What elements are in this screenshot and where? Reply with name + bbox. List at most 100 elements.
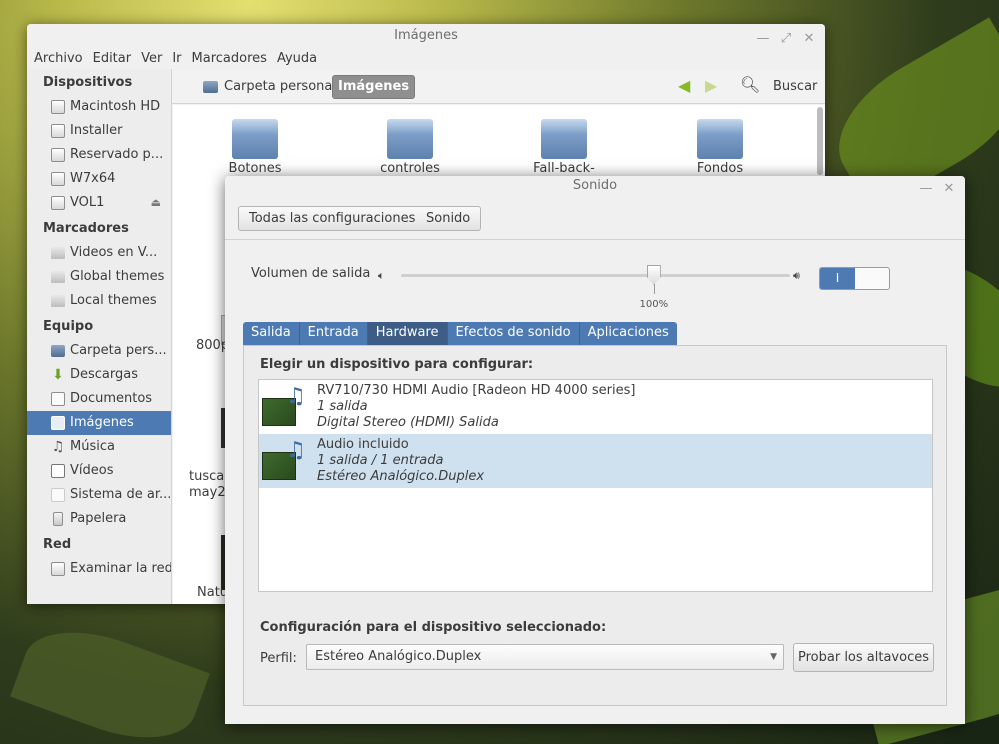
device-ports: 1 salida / 1 entrada bbox=[317, 453, 444, 468]
sidebar-item-papelera[interactable]: Papelera bbox=[27, 507, 171, 531]
choose-device-label: Elegir un dispositivo para configurar: bbox=[260, 357, 534, 372]
chevron-down-icon: ▼ bbox=[770, 652, 777, 662]
sidebar-item-w7x64[interactable]: W7x64 bbox=[27, 167, 171, 191]
sidebar-item-label: W7x64 bbox=[70, 171, 116, 186]
sidebar-item-network[interactable]: Examinar la red bbox=[27, 557, 171, 581]
fm-window-title: Imágenes bbox=[394, 28, 458, 43]
sidebar-item-label: Installer bbox=[70, 123, 123, 138]
menu-marcadores[interactable]: Marcadores bbox=[187, 48, 272, 69]
minimize-icon[interactable]: — bbox=[918, 179, 934, 199]
search-button[interactable]: Buscar bbox=[773, 79, 817, 94]
eject-icon[interactable]: ⏏ bbox=[151, 191, 161, 215]
device-profile: Digital Stereo (HDMI) Salida bbox=[317, 415, 499, 430]
file-label: Natu bbox=[197, 585, 229, 600]
sidebar-item-imagenes[interactable]: Imágenes bbox=[27, 411, 171, 435]
volume-100-mark bbox=[653, 284, 655, 294]
sidebar-item-vol1[interactable]: VOL1 ⏏ bbox=[27, 191, 171, 215]
forward-arrow-icon[interactable]: ▶ bbox=[705, 77, 717, 95]
drive-icon bbox=[51, 172, 65, 186]
sidebar-item-musica[interactable]: ♫ Música bbox=[27, 435, 171, 459]
sidebar-item-descargas[interactable]: ⬇ Descargas bbox=[27, 363, 171, 387]
sidebar-item-reservado[interactable]: Reservado p... bbox=[27, 143, 171, 167]
device-row-hdmi[interactable]: ♫ RV710/730 HDMI Audio [Radeon HD 4000 s… bbox=[259, 380, 932, 434]
menu-archivo[interactable]: Archivo bbox=[29, 48, 88, 69]
fm-titlebar[interactable]: Imágenes — ⤢ ✕ bbox=[27, 24, 825, 48]
close-icon[interactable]: ✕ bbox=[941, 179, 957, 199]
sidebar-item-label: Descargas bbox=[70, 367, 139, 382]
sidebar-item-videos[interactable]: Vídeos bbox=[27, 459, 171, 483]
profile-combobox[interactable]: Estéreo Analógico.Duplex ▼ bbox=[306, 644, 784, 670]
sidebar-item-macintosh-hd[interactable]: Macintosh HD bbox=[27, 95, 171, 119]
toggle-on-indicator: I bbox=[820, 268, 855, 289]
drive-icon bbox=[51, 100, 65, 114]
sidebar-item-label: Macintosh HD bbox=[70, 99, 161, 114]
tab-efectos[interactable]: Efectos de sonido bbox=[447, 322, 580, 345]
scrollbar[interactable] bbox=[817, 107, 823, 175]
fm-menubar: Archivo Editar Ver Ir Marcadores Ayuda bbox=[27, 48, 825, 69]
all-settings-button[interactable]: Todas las configuraciones bbox=[238, 206, 427, 231]
breadcrumb-home[interactable]: Carpeta personal bbox=[198, 75, 341, 99]
folder-label: Botones bbox=[228, 161, 282, 176]
folder-item[interactable]: Botones bbox=[210, 119, 300, 176]
sound-breadcrumb-button[interactable]: Sonido bbox=[416, 206, 482, 231]
sidebar-item-label: Música bbox=[70, 439, 115, 454]
breadcrumb-current[interactable]: Imágenes bbox=[332, 75, 416, 99]
document-icon bbox=[51, 392, 65, 406]
drive-icon bbox=[51, 124, 65, 138]
tab-entrada[interactable]: Entrada bbox=[299, 322, 368, 345]
sidebar-header-bookmarks: Marcadores bbox=[43, 221, 129, 236]
test-speakers-button[interactable]: Probar los altavoces bbox=[793, 643, 934, 672]
output-volume-label: Volumen de salida bbox=[251, 266, 371, 281]
device-ports: 1 salida bbox=[317, 399, 368, 414]
device-row-builtin[interactable]: ♫ Audio incluido 1 salida / 1 entrada Es… bbox=[259, 434, 932, 488]
profile-label: Perfil: bbox=[260, 651, 297, 666]
sidebar-item-label: Sistema de ar... bbox=[70, 487, 171, 502]
back-arrow-icon[interactable]: ◀ bbox=[678, 77, 690, 95]
volume-high-icon: 🔊︎ bbox=[793, 269, 800, 282]
device-name: RV710/730 HDMI Audio [Radeon HD 4000 ser… bbox=[317, 383, 636, 398]
device-config-label: Configuración para el dispositivo selecc… bbox=[260, 620, 607, 635]
sidebar-item-documentos[interactable]: Documentos bbox=[27, 387, 171, 411]
sidebar-item-label: Imágenes bbox=[70, 415, 134, 430]
menu-ver[interactable]: Ver bbox=[136, 48, 167, 69]
sidebar-item-label: Reservado p... bbox=[70, 147, 164, 162]
sound-card-icon: ♫ bbox=[262, 384, 312, 428]
maximize-icon[interactable]: ⤢ bbox=[778, 27, 794, 51]
folder-item[interactable]: Fondos bbox=[675, 119, 765, 176]
minimize-icon[interactable]: — bbox=[755, 27, 771, 51]
fm-sidebar: Dispositivos Macintosh HD Installer Rese… bbox=[27, 69, 172, 604]
sidebar-item-label: Videos en V... bbox=[70, 245, 158, 260]
sidebar-item-global-themes[interactable]: Global themes bbox=[27, 265, 171, 289]
menu-ayuda[interactable]: Ayuda bbox=[272, 48, 322, 69]
mute-toggle[interactable]: I bbox=[819, 267, 890, 290]
sidebar-item-label: Examinar la red bbox=[70, 561, 171, 576]
sidebar-item-label: Carpeta pers... bbox=[70, 343, 167, 358]
tab-aplicaciones[interactable]: Aplicaciones bbox=[579, 322, 677, 345]
volume-slider-track[interactable] bbox=[401, 274, 790, 277]
network-icon bbox=[51, 562, 65, 576]
wallpaper-leaf bbox=[10, 611, 210, 744]
search-icon[interactable]: 🔍︎ bbox=[740, 75, 760, 94]
sidebar-item-local-themes[interactable]: Local themes bbox=[27, 289, 171, 313]
tab-salida[interactable]: Salida bbox=[243, 322, 300, 345]
folder-item[interactable]: controles bbox=[365, 119, 455, 176]
sidebar-item-filesystem[interactable]: Sistema de ar... bbox=[27, 483, 171, 507]
trash-icon bbox=[53, 512, 63, 526]
sound-card-icon: ♫ bbox=[262, 438, 312, 482]
device-profile: Estéreo Analógico.Duplex bbox=[317, 469, 485, 484]
sidebar-item-videos-en-v[interactable]: Videos en V... bbox=[27, 241, 171, 265]
close-icon[interactable]: ✕ bbox=[801, 27, 817, 51]
folder-icon bbox=[51, 271, 65, 283]
sidebar-item-installer[interactable]: Installer bbox=[27, 119, 171, 143]
volume-slider-handle[interactable] bbox=[646, 265, 661, 285]
sidebar-item-home[interactable]: Carpeta pers... bbox=[27, 339, 171, 363]
folder-icon bbox=[697, 119, 743, 159]
sound-tabs: Salida Entrada Hardware Efectos de sonid… bbox=[243, 322, 677, 345]
menu-ir[interactable]: Ir bbox=[167, 48, 186, 69]
menu-editar[interactable]: Editar bbox=[88, 48, 137, 69]
profile-combobox-value: Estéreo Analógico.Duplex bbox=[315, 649, 482, 664]
sound-titlebar[interactable]: Sonido — ✕ bbox=[225, 176, 965, 198]
fm-toolbar: Carpeta personal Imágenes ◀ ▶ 🔍︎ Buscar bbox=[172, 69, 825, 104]
sidebar-item-label: Vídeos bbox=[70, 463, 114, 478]
tab-hardware[interactable]: Hardware bbox=[367, 322, 448, 345]
